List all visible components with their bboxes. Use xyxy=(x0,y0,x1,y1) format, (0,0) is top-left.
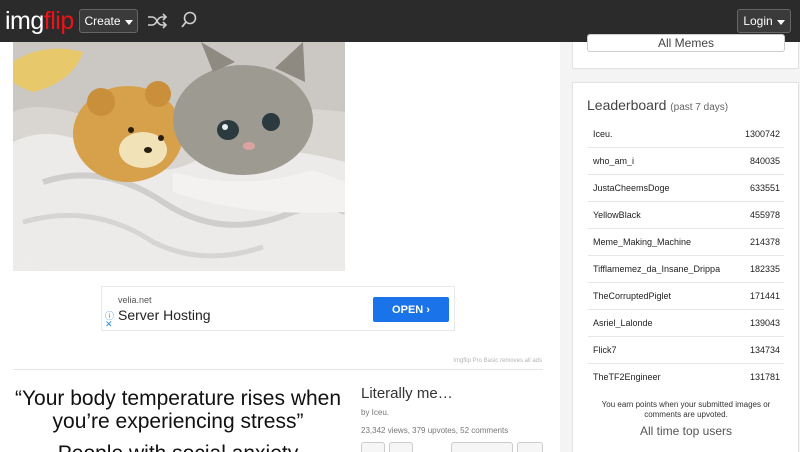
leaderboard-username[interactable]: TheTF2Engineer xyxy=(588,372,661,382)
ad-banner[interactable]: ⓘ ✕ velia.net Server Hosting OPEN › xyxy=(101,286,455,331)
imgflip-logo[interactable]: imgflip xyxy=(5,7,74,36)
leaderboard-username[interactable]: TheCorruptedPiglet xyxy=(588,291,671,301)
caret-down-icon xyxy=(776,19,785,25)
leaderboard-username[interactable]: YellowBlack xyxy=(588,210,641,220)
search-icon[interactable] xyxy=(180,11,198,31)
logo-text-flip: flip xyxy=(43,7,74,35)
leaderboard-points: 214378 xyxy=(749,237,780,247)
main-content: imgflip.com ⓘ ✕ velia.net Server Hosting… xyxy=(0,42,560,452)
ad-domain: velia.net xyxy=(118,295,152,305)
post-controls xyxy=(361,442,543,452)
leaderboard-username[interactable]: Flick7 xyxy=(588,345,617,355)
sidebar-top-panel: All Memes xyxy=(572,34,799,69)
logo-text-img: img xyxy=(5,7,44,35)
meme-image[interactable]: imgflip.com xyxy=(13,42,345,271)
leaderboard-username[interactable]: who_am_i xyxy=(588,156,634,166)
leaderboard-panel: Leaderboard (past 7 days) Iceu. 1300742 wh… xyxy=(572,82,799,452)
meme-caption-line2: People with social anxiety xyxy=(13,442,343,452)
leaderboard-username[interactable]: Asriel_Lalonde xyxy=(588,318,653,328)
leaderboard-points: 171441 xyxy=(749,291,780,301)
create-label: Create xyxy=(84,14,121,28)
post-title: Literally me… xyxy=(361,385,453,402)
ad-close-icon[interactable]: ✕ xyxy=(105,319,113,330)
ad-title: Server Hosting xyxy=(118,307,211,323)
shuffle-icon[interactable] xyxy=(146,11,168,31)
leaderboard-username[interactable]: Tifflamemez_da_Insane_Drippa xyxy=(588,264,720,274)
leaderboard-row: Iceu. 1300742 xyxy=(588,120,784,147)
leaderboard-points: 139043 xyxy=(749,318,780,328)
leaderboard-points: 1300742 xyxy=(744,128,780,139)
leaderboard-row: Asriel_Lalonde 139043 xyxy=(588,309,784,336)
leaderboard-row: Meme_Making_Machine 214378 xyxy=(588,228,784,255)
leaderboard-points: 633551 xyxy=(749,183,780,193)
post-author[interactable]: by Iceu. xyxy=(361,408,389,417)
leaderboard-points: 840035 xyxy=(749,156,780,166)
share-button[interactable] xyxy=(451,442,513,452)
image-watermark: imgflip.com xyxy=(15,263,46,269)
leaderboard-username[interactable]: JustaCheemsDoge xyxy=(588,183,670,193)
leaderboard-points: 131781 xyxy=(749,372,780,382)
divider xyxy=(13,369,543,370)
all-memes-button[interactable]: All Memes xyxy=(587,34,785,52)
leaderboard-row: JustaCheemsDoge 633551 xyxy=(588,174,784,201)
flag-button[interactable] xyxy=(517,442,543,452)
post-stats: 23,342 views, 379 upvotes, 52 comments xyxy=(361,426,509,435)
caret-down-icon xyxy=(124,19,133,25)
leaderboard-points: 455978 xyxy=(749,210,780,220)
leaderboard-heading: Leaderboard (past 7 days) xyxy=(587,97,728,113)
ad-open-button[interactable]: OPEN › xyxy=(373,297,449,322)
leaderboard-points: 134734 xyxy=(749,345,780,355)
login-button[interactable]: Login xyxy=(737,9,791,33)
leaderboard-title: Leaderboard xyxy=(587,97,667,113)
login-label: Login xyxy=(743,14,773,28)
leaderboard-note: You earn points when your submitted imag… xyxy=(601,400,771,419)
leaderboard-row: YellowBlack 455978 xyxy=(588,201,784,228)
meme-caption-line1: “Your body temperature rises when you’re… xyxy=(14,387,342,433)
leaderboard-points: 182335 xyxy=(749,264,780,274)
upvote-button[interactable] xyxy=(361,442,385,452)
leaderboard-row: TheCorruptedPiglet 171441 xyxy=(588,282,784,309)
meme-picture xyxy=(13,42,345,271)
leaderboard-row: who_am_i 840035 xyxy=(588,147,784,174)
pro-removes-ads-link[interactable]: Imgflip Pro Basic removes all ads xyxy=(380,358,542,364)
leaderboard-row: Flick7 134734 xyxy=(588,336,784,363)
leaderboard-table: Iceu. 1300742 who_am_i 840035 JustaCheemsDog… xyxy=(588,120,784,390)
leaderboard-row: TheTF2Engineer 131781 xyxy=(588,363,784,390)
all-time-top-users-link[interactable]: All time top users xyxy=(591,424,781,438)
downvote-button[interactable] xyxy=(389,442,413,452)
create-button[interactable]: Create xyxy=(79,9,138,33)
leaderboard-row: Tifflamemez_da_Insane_Drippa 182335 xyxy=(588,255,784,282)
leaderboard-username[interactable]: Iceu. xyxy=(588,129,613,139)
leaderboard-username[interactable]: Meme_Making_Machine xyxy=(588,237,691,247)
leaderboard-subtitle: (past 7 days) xyxy=(670,102,729,113)
